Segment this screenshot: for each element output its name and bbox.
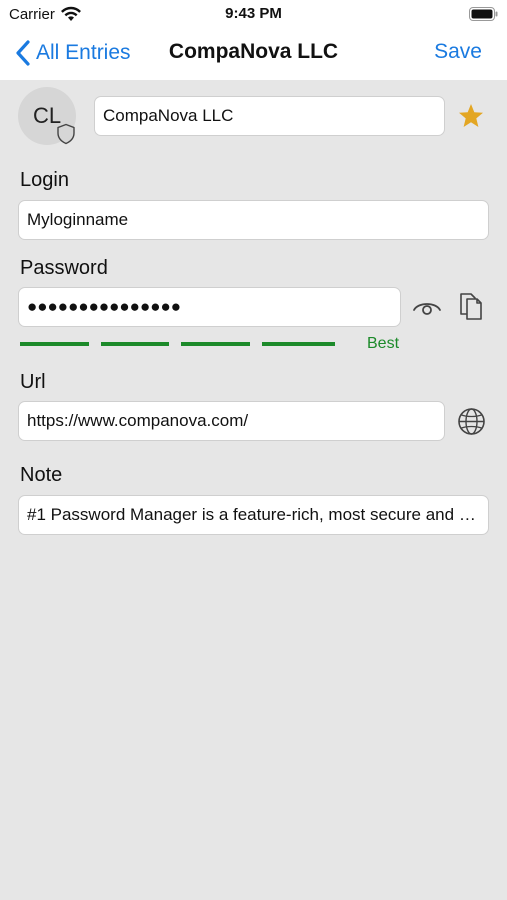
copy-icon[interactable] [458, 291, 484, 321]
url-label: Url [20, 371, 46, 393]
password-label: Password [20, 257, 108, 279]
entry-name-field[interactable]: CompaNova LLC [94, 96, 445, 136]
strength-segment-2 [101, 342, 169, 346]
password-field[interactable]: ●●●●●●●●●●●●●●● [18, 287, 401, 327]
login-field[interactable]: Myloginname [18, 200, 489, 240]
strength-segment-4 [262, 342, 335, 346]
battery-icon [469, 7, 498, 21]
note-value: #1 Password Manager is a feature-rich, m… [27, 505, 480, 524]
login-label: Login [20, 169, 69, 191]
entry-name-value: CompaNova LLC [103, 106, 234, 125]
shield-icon [57, 123, 75, 145]
password-value: ●●●●●●●●●●●●●●● [27, 297, 182, 316]
avatar[interactable]: CL [18, 87, 76, 145]
page-title: CompaNova LLC [168, 40, 339, 63]
login-value: Myloginname [27, 210, 129, 229]
star-icon[interactable] [457, 102, 485, 130]
strength-segment-1 [20, 342, 89, 346]
navigation-bar: All Entries CompaNova LLC Save [0, 28, 507, 80]
status-time: 9:43 PM [225, 5, 282, 22]
save-button[interactable]: Save [434, 40, 482, 64]
strength-segment-3 [181, 342, 250, 346]
note-field[interactable]: #1 Password Manager is a feature-rich, m… [18, 495, 489, 535]
eye-icon[interactable] [412, 296, 442, 318]
url-value: https://www.companova.com/ [27, 411, 249, 430]
strength-label: Best [367, 335, 400, 352]
note-label: Note [20, 464, 63, 486]
globe-icon[interactable] [457, 407, 486, 436]
status-bar: Carrier 9:43 PM [0, 0, 507, 28]
url-field[interactable]: https://www.companova.com/ [18, 401, 445, 441]
